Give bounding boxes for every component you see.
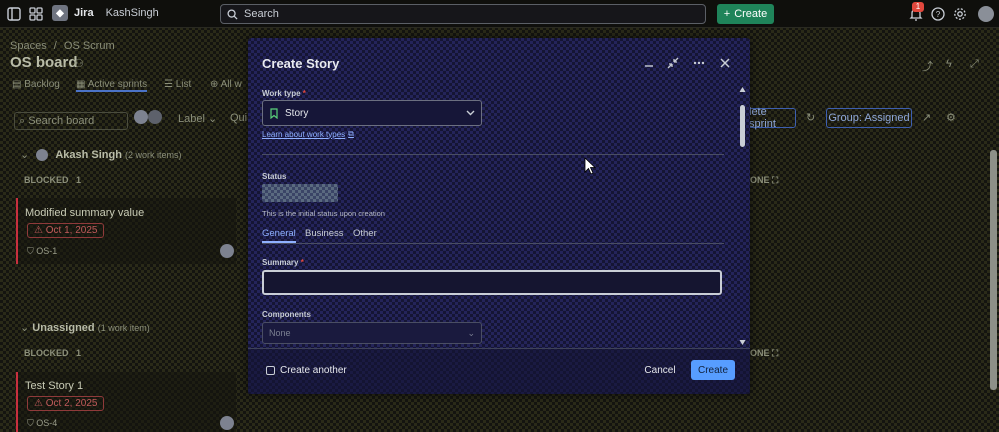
avatar bbox=[36, 149, 49, 162]
status-select[interactable] bbox=[262, 184, 338, 202]
external-link-icon: ⧉ bbox=[348, 129, 354, 138]
minimize-icon[interactable] bbox=[642, 56, 656, 70]
settings-gear-icon[interactable] bbox=[952, 6, 968, 22]
create-another-label[interactable]: Create another bbox=[280, 365, 347, 376]
learn-about-work-types-link[interactable]: Learn about work types ⧉ bbox=[262, 129, 354, 139]
summary-label: Summary * bbox=[262, 258, 304, 267]
card-title: Test Story 1 bbox=[25, 380, 84, 392]
chevron-down-icon bbox=[466, 110, 475, 116]
create-submit-button[interactable]: Create bbox=[691, 360, 735, 380]
avatar[interactable] bbox=[148, 110, 162, 124]
components-select[interactable]: None ⌄ bbox=[262, 322, 482, 344]
breadcrumb-project[interactable]: OS Scrum bbox=[64, 40, 115, 52]
tab-list[interactable]: ☰ List bbox=[164, 79, 191, 90]
brand[interactable]: ◆ Jira KashSingh bbox=[52, 5, 159, 21]
column-done-header: ONE ⛶ bbox=[750, 175, 779, 185]
work-type-value: Story bbox=[285, 107, 309, 119]
plus-icon: + bbox=[723, 8, 731, 20]
search-input[interactable]: Search bbox=[220, 4, 706, 24]
tab-all-work[interactable]: ⊕ All w bbox=[210, 79, 242, 90]
cancel-button[interactable]: Cancel bbox=[636, 360, 684, 380]
summary-input[interactable] bbox=[262, 270, 722, 295]
swimlane-akash[interactable]: ⌄ Akash Singh (2 work items) bbox=[20, 148, 182, 162]
quick-filter[interactable]: Qui bbox=[230, 112, 247, 124]
work-type-label: Work type * bbox=[262, 89, 306, 98]
column-done-header: ONE ⛶ bbox=[750, 348, 779, 358]
expand-icon[interactable]: ⤢ bbox=[970, 58, 979, 71]
card-title: Modified summary value bbox=[25, 207, 145, 219]
work-item-key: ⛉ OS-1 bbox=[27, 246, 58, 256]
close-icon[interactable] bbox=[718, 56, 732, 70]
work-item-card[interactable]: Test Story 1 ⚠ Oct 2, 2025 ⛉ OS-4 bbox=[16, 372, 236, 432]
svg-text:?: ? bbox=[936, 10, 941, 19]
work-type-select[interactable]: Story bbox=[262, 100, 482, 126]
product-name: Jira bbox=[74, 7, 94, 19]
complete-sprint-button[interactable]: lete sprint bbox=[748, 106, 796, 130]
due-date-badge: ⚠ Oct 1, 2025 bbox=[27, 223, 105, 238]
breadcrumb: Spaces / OS Scrum bbox=[10, 40, 115, 52]
app-switcher-icon[interactable] bbox=[28, 6, 44, 22]
label-filter[interactable]: Label ⌄ bbox=[178, 112, 217, 125]
create-story-dialog: Create Story Work type * Story Learn abo… bbox=[248, 38, 750, 394]
page-scrollbar[interactable] bbox=[990, 150, 997, 390]
mouse-cursor-icon bbox=[584, 157, 596, 175]
bookmark-icon bbox=[269, 107, 279, 119]
jira-logo-icon: ◆ bbox=[52, 5, 68, 21]
help-icon[interactable]: ? bbox=[930, 6, 946, 22]
components-value: None bbox=[269, 328, 291, 338]
group-by-button[interactable]: Group: Assigned bbox=[826, 108, 912, 128]
column-blocked-header: BLOCKED 1 bbox=[24, 348, 82, 358]
status-hint: This is the initial status upon creation bbox=[262, 209, 385, 218]
tab-active-sprints[interactable]: ▦ Active sprints bbox=[76, 79, 148, 92]
search-icon bbox=[227, 8, 238, 20]
column-blocked-header: BLOCKED 1 bbox=[24, 175, 82, 185]
more-options-icon[interactable] bbox=[692, 56, 706, 70]
sprint-refresh-icon[interactable]: ↻ bbox=[806, 111, 815, 124]
top-navigation-bar: ◆ Jira KashSingh Search + Create 1 ? bbox=[0, 0, 999, 28]
automation-icon[interactable]: ϟ bbox=[946, 58, 952, 70]
create-another-checkbox[interactable] bbox=[266, 366, 275, 375]
page-title: OS board bbox=[10, 54, 78, 71]
status-label: Status bbox=[262, 172, 287, 181]
create-button[interactable]: + Create bbox=[717, 4, 774, 24]
dialog-scrollbar-thumb[interactable] bbox=[740, 105, 745, 147]
due-date-badge: ⚠ Oct 2, 2025 bbox=[27, 396, 105, 411]
tab-other[interactable]: Other bbox=[353, 228, 377, 239]
search-board-input[interactable]: ⌕ Search board bbox=[14, 112, 128, 130]
avatar bbox=[220, 416, 234, 430]
team-icon[interactable]: ⚇ bbox=[74, 57, 84, 70]
swimlane-unassigned[interactable]: ⌄ Unassigned (1 work item) bbox=[20, 321, 150, 334]
dialog-title: Create Story bbox=[262, 56, 340, 71]
notification-badge: 1 bbox=[912, 2, 924, 12]
collapse-icon[interactable] bbox=[666, 56, 680, 70]
avatar bbox=[220, 244, 234, 258]
search-placeholder: Search bbox=[244, 8, 279, 20]
sidebar-toggle-icon[interactable] bbox=[6, 6, 22, 22]
work-item-card[interactable]: Modified summary value ⚠ Oct 1, 2025 ⛉ O… bbox=[16, 198, 236, 264]
breadcrumb-spaces[interactable]: Spaces bbox=[10, 40, 47, 52]
chevron-down-icon: ⌄ bbox=[467, 327, 475, 338]
tab-business[interactable]: Business bbox=[305, 228, 344, 239]
chevron-down-icon: ⌄ bbox=[20, 322, 30, 334]
user-avatar[interactable] bbox=[978, 6, 994, 22]
share-icon[interactable]: ⤴ bbox=[922, 58, 933, 74]
divider bbox=[262, 154, 724, 155]
avatar[interactable] bbox=[134, 110, 148, 124]
create-button-label: Create bbox=[734, 8, 768, 20]
components-label: Components bbox=[262, 310, 311, 319]
tabs-divider bbox=[262, 243, 724, 244]
work-item-key: ⛉ OS-4 bbox=[27, 418, 58, 428]
chevron-down-icon: ⌄ bbox=[20, 149, 30, 161]
tab-backlog[interactable]: ▤ Backlog bbox=[12, 79, 60, 90]
insights-icon[interactable]: ↗ bbox=[922, 111, 931, 124]
site-name: KashSingh bbox=[105, 7, 159, 19]
view-settings-icon[interactable]: ⚙ bbox=[946, 111, 956, 124]
breadcrumb-separator: / bbox=[53, 40, 57, 52]
tab-general[interactable]: General bbox=[262, 228, 296, 243]
